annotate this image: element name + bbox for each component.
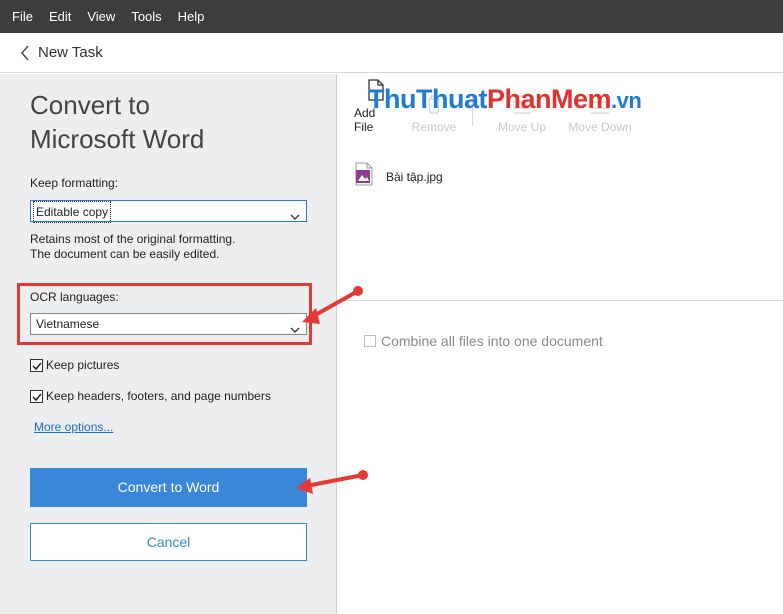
chevron-down-icon xyxy=(290,320,300,340)
page-title-line2: Microsoft Word xyxy=(30,124,205,154)
page-title-line1: Convert to xyxy=(30,90,150,120)
menu-tools[interactable]: Tools xyxy=(123,0,169,33)
file-toolbar: Add File Remove Move Up Move Down ThuThu… xyxy=(338,74,783,136)
keep-headers-option[interactable]: Keep headers, footers, and page numbers xyxy=(30,389,271,403)
chevron-left-icon xyxy=(20,44,30,61)
image-file-icon xyxy=(354,162,374,191)
cancel-button[interactable]: Cancel xyxy=(30,523,307,561)
combine-files-option[interactable]: Combine all files into one document xyxy=(364,333,603,349)
move-down-label: Move Down xyxy=(568,120,632,134)
ocr-languages-select[interactable]: Vietnamese xyxy=(30,313,307,335)
description-line2: The document can be easily edited. xyxy=(30,247,220,261)
back-button[interactable]: New Task xyxy=(20,44,103,61)
combine-files-label: Combine all files into one document xyxy=(381,333,603,349)
watermark-part2: PhanMem xyxy=(486,84,612,114)
keep-headers-label: Keep headers, footers, and page numbers xyxy=(46,389,271,403)
keep-headers-checkbox[interactable] xyxy=(30,389,43,403)
nav-bar: New Task xyxy=(0,33,783,73)
keep-formatting-value: Editable copy xyxy=(33,201,112,223)
menu-bar: File Edit View Tools Help xyxy=(0,0,783,33)
settings-panel: Convert to Microsoft Word Keep formattin… xyxy=(0,74,337,614)
site-watermark: ThuThuatPhanMem.vn xyxy=(368,84,642,115)
menu-edit[interactable]: Edit xyxy=(41,0,79,33)
keep-pictures-option[interactable]: Keep pictures xyxy=(30,358,119,372)
chevron-down-icon xyxy=(290,207,300,227)
file-list-item[interactable]: Bài tập.jpg xyxy=(354,162,443,191)
keep-formatting-label: Keep formatting: xyxy=(30,176,119,190)
ocr-languages-label: OCR languages: xyxy=(30,290,119,304)
watermark-part1: ThuThuat xyxy=(368,84,487,114)
keep-pictures-checkbox[interactable] xyxy=(30,358,43,372)
convert-button[interactable]: Convert to Word xyxy=(30,468,307,507)
keep-pictures-label: Keep pictures xyxy=(46,358,120,372)
combine-files-checkbox[interactable] xyxy=(364,335,376,347)
more-options-link[interactable]: More options... xyxy=(34,420,113,434)
formatting-description: Retains most of the original formatting.… xyxy=(30,232,235,262)
menu-help[interactable]: Help xyxy=(170,0,213,33)
description-line1: Retains most of the original formatting. xyxy=(30,232,236,246)
nav-title: New Task xyxy=(38,44,103,61)
page-title: Convert to Microsoft Word xyxy=(30,88,204,156)
menu-view[interactable]: View xyxy=(79,0,123,33)
file-name: Bài tập.jpg xyxy=(386,169,443,184)
watermark-part3: .vn xyxy=(611,88,642,113)
remove-label: Remove xyxy=(411,120,457,134)
keep-formatting-select[interactable]: Editable copy xyxy=(30,200,307,223)
file-panel: Add File Remove Move Up Move Down ThuThu… xyxy=(338,74,783,614)
move-up-label: Move Up xyxy=(497,120,547,134)
menu-file[interactable]: File xyxy=(4,0,41,33)
ocr-languages-value: Vietnamese xyxy=(36,317,100,331)
panel-divider xyxy=(338,300,783,301)
